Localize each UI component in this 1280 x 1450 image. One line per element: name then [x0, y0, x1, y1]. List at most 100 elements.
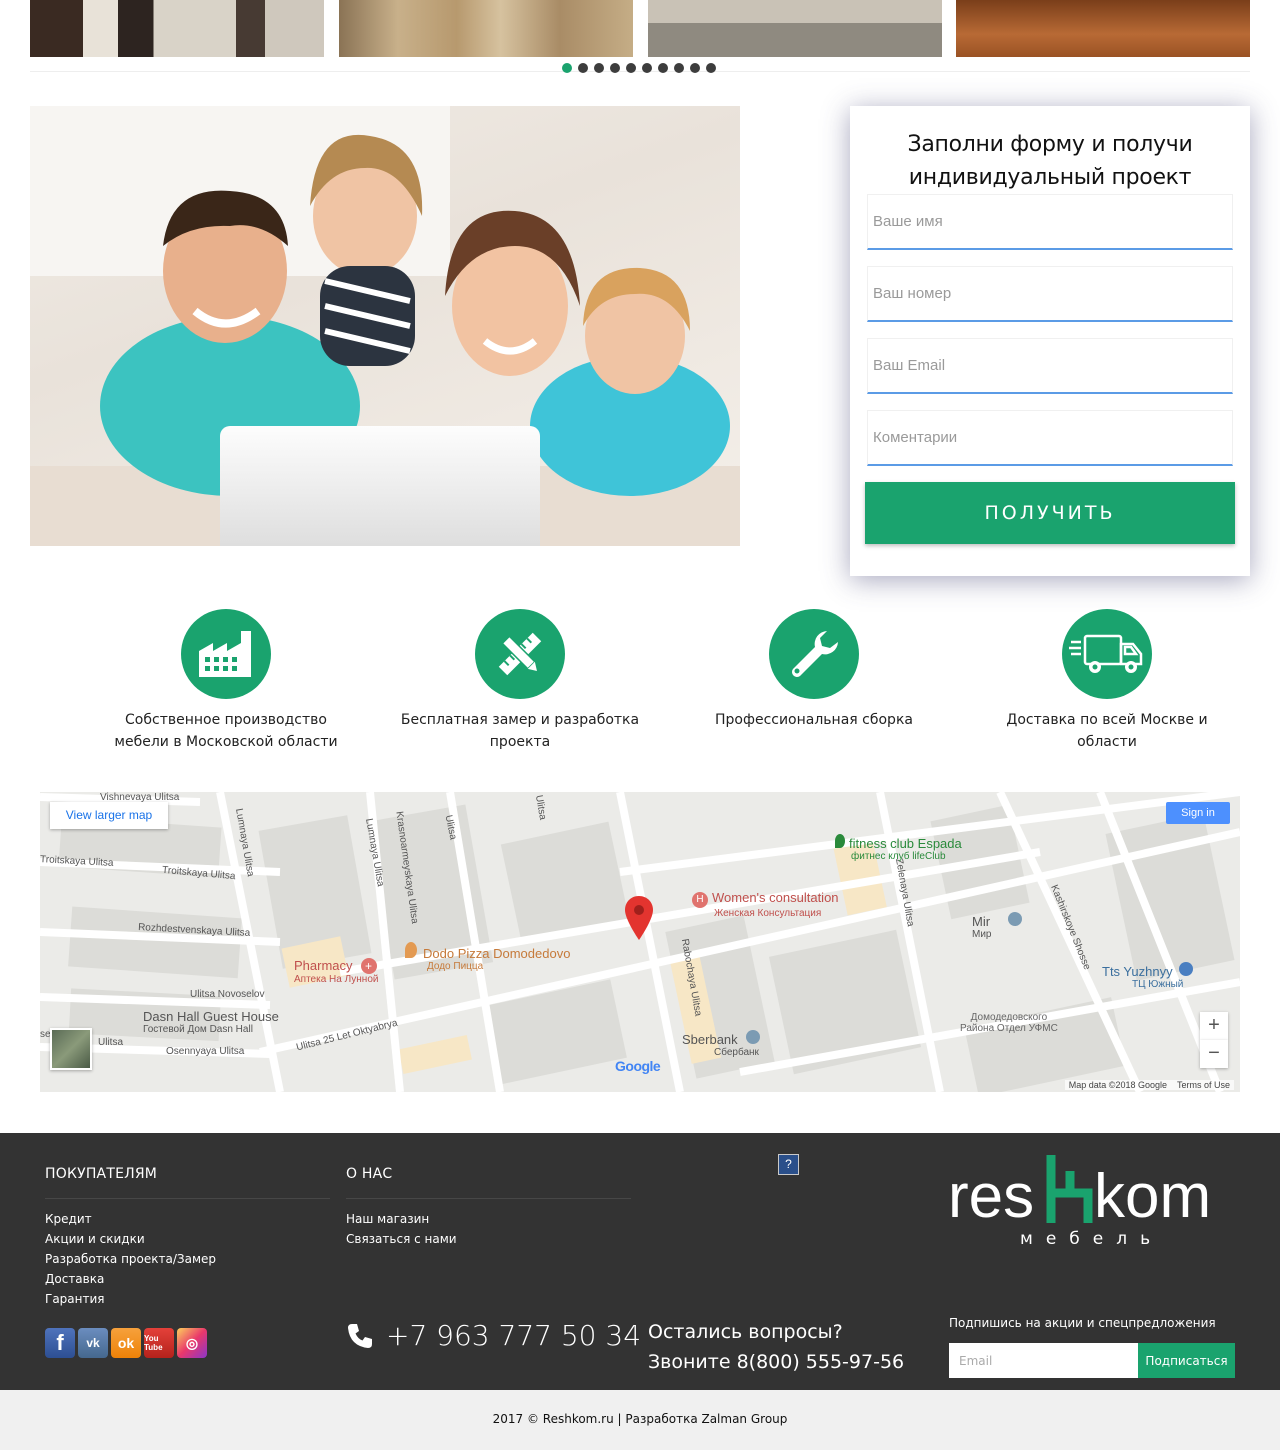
poi-tts-yuzhnyy[interactable]: Tts Yuzhnyy ТЦ Южный [1102, 962, 1193, 990]
poi-sublabel: Гостевой Дом Dasn Hall [143, 1024, 253, 1035]
carousel-dot-4[interactable] [610, 63, 620, 73]
name-field [867, 194, 1233, 250]
truck-icon [1062, 609, 1152, 699]
factory-icon [181, 609, 271, 699]
facebook-icon[interactable]: f [45, 1328, 75, 1358]
feature-label: Профессиональная сборка [715, 712, 913, 728]
poi-sublabel: Мир [972, 929, 992, 940]
footer-buyers-title: ПОКУПАТЕЛЯМ [45, 1166, 158, 1182]
carousel-slide[interactable] [339, 0, 633, 57]
form-title-line1: Заполни форму и получи [907, 132, 1193, 157]
phone-number: +7 963 777 50 34 [386, 1319, 642, 1352]
carousel-dot-3[interactable] [594, 63, 604, 73]
carousel-dot-7[interactable] [658, 63, 668, 73]
questions-block: Остались вопросы? Звоните 8(800) 555-97-… [648, 1317, 904, 1377]
carousel-dot-9[interactable] [690, 63, 700, 73]
poi-pharmacy[interactable]: Pharmacy + Аптека На Лунной [294, 958, 378, 985]
view-larger-map-link[interactable]: View larger map [50, 802, 168, 829]
subscribe-form: Подписаться [949, 1343, 1235, 1378]
carousel-dot-8[interactable] [674, 63, 684, 73]
footer-link-store[interactable]: Наш магазин [346, 1212, 429, 1226]
phone-input[interactable] [868, 267, 1232, 320]
youtube-icon[interactable]: You Tube [144, 1328, 174, 1358]
carousel-dot-5[interactable] [626, 63, 636, 73]
google-map[interactable]: Vishnevaya Ulitsa Troitskaya Ulitsa Troi… [40, 792, 1240, 1092]
ruler-pencil-icon [475, 609, 565, 699]
poi-label: Women's consultation [712, 890, 839, 905]
location-marker-icon[interactable] [625, 896, 653, 940]
laptop [220, 426, 540, 546]
carousel-dot-1[interactable] [562, 63, 572, 73]
poi-dasn-hall[interactable]: Dasn Hall Guest House Гостевой Дом Dasn … [143, 1009, 279, 1035]
feature-delivery: Доставка по всей Москве и области [977, 609, 1237, 753]
poi-label: Dodo Pizza Domodedovo [423, 946, 571, 961]
poi-sublabel: Додо Пицца [427, 961, 484, 972]
footer-phone[interactable]: +7 963 777 50 34 [346, 1319, 641, 1352]
zoom-in-button[interactable]: + [1200, 1012, 1228, 1040]
poi-womens-consultation[interactable]: H Women's consultation Женская Консультац… [692, 890, 839, 919]
poi-ufms[interactable]: Домодедовского Района Отдел УФМС [960, 1012, 1058, 1034]
poi-mir[interactable]: Mir Мир [972, 912, 1023, 940]
shopping-icon [1178, 962, 1193, 976]
footer-divider [346, 1198, 631, 1199]
reshkom-logo[interactable]: res kom мебель [948, 1153, 1238, 1253]
comment-field [867, 410, 1233, 466]
product-carousel [30, 0, 1250, 58]
help-icon[interactable]: ? [778, 1154, 799, 1175]
poi-fitness[interactable]: fitness club Espada фитнес клуб lifeClub [835, 834, 962, 862]
street-label: Ulitsa [98, 1037, 124, 1048]
svg-text:kom: kom [1094, 1162, 1211, 1231]
vk-icon[interactable]: vk [78, 1328, 108, 1358]
street-label: se [40, 1029, 51, 1040]
footer-divider [45, 1198, 330, 1199]
footer-link-contact[interactable]: Связаться с нами [346, 1232, 457, 1246]
poi-dodo-pizza[interactable]: Dodo Pizza Domodedovo Додо Пицца [405, 942, 570, 972]
footer-link-warranty[interactable]: Гарантия [45, 1292, 105, 1306]
instagram-icon[interactable]: ◎ [177, 1328, 207, 1358]
subscribe-email-input[interactable] [949, 1343, 1138, 1378]
footer-link-sales[interactable]: Акции и скидки [45, 1232, 145, 1246]
zoom-out-button[interactable]: − [1200, 1040, 1228, 1068]
carousel-dot-2[interactable] [578, 63, 588, 73]
poi-label: fitness club Espada [849, 836, 962, 851]
odnoklassniki-icon[interactable]: ok [111, 1328, 141, 1358]
free-project-form: Заполни форму и получи индивидуальный пр… [850, 106, 1250, 576]
carousel-slide[interactable] [30, 0, 324, 57]
email-input[interactable] [868, 339, 1232, 392]
poi-label: Sberbank [682, 1032, 738, 1047]
wrench-icon [769, 609, 859, 699]
poi-sberbank[interactable]: Sberbank Сбербанк [682, 1030, 760, 1058]
terms-link[interactable]: Terms of Use [1177, 1080, 1230, 1090]
carousel-dot-10[interactable] [706, 63, 716, 73]
poi-label: Домодедовского [970, 1012, 1048, 1023]
logo-subtitle: мебель [1020, 1229, 1164, 1249]
footer-link-project[interactable]: Разработка проекта/Замер [45, 1252, 216, 1266]
phone-field [867, 266, 1233, 322]
poi-sublabel: Сбербанк [714, 1047, 759, 1058]
questions-phone[interactable]: Звоните 8(800) 555-97-56 [648, 1347, 904, 1377]
social-links: f vk ok You Tube ◎ [45, 1328, 207, 1358]
street-label: Ulitsa Novoselov [190, 989, 265, 1000]
poi-sublabel: Района Отдел УФМС [960, 1023, 1058, 1034]
poi-label: Tts Yuzhnyy [1102, 964, 1173, 979]
email-field [867, 338, 1233, 394]
name-input[interactable] [868, 195, 1232, 248]
carousel-dot-6[interactable] [642, 63, 652, 73]
poi-sublabel: Женская Консультация [714, 908, 822, 919]
footer-link-delivery[interactable]: Доставка [45, 1272, 104, 1286]
carousel-slide[interactable] [648, 0, 942, 57]
footer-link-credit[interactable]: Кредит [45, 1212, 92, 1226]
page: Заполни форму и получи индивидуальный пр… [0, 0, 1280, 1450]
carousel-slide[interactable] [956, 0, 1250, 57]
comment-input[interactable] [868, 411, 1232, 464]
get-project-button[interactable]: ПОЛУЧИТЬ [865, 482, 1235, 544]
google-logo: Google [615, 1058, 661, 1074]
carousel-dots [562, 63, 716, 73]
subscribe-button[interactable]: Подписаться [1138, 1343, 1235, 1378]
satellite-toggle[interactable] [50, 1028, 92, 1070]
logo-wordmark: res [948, 1162, 1034, 1231]
hospital-icon: H [692, 892, 708, 908]
map-sign-in-button[interactable]: Sign in [1166, 802, 1230, 824]
bank-icon [745, 1030, 760, 1044]
poi-sublabel: Аптека На Лунной [294, 974, 379, 985]
